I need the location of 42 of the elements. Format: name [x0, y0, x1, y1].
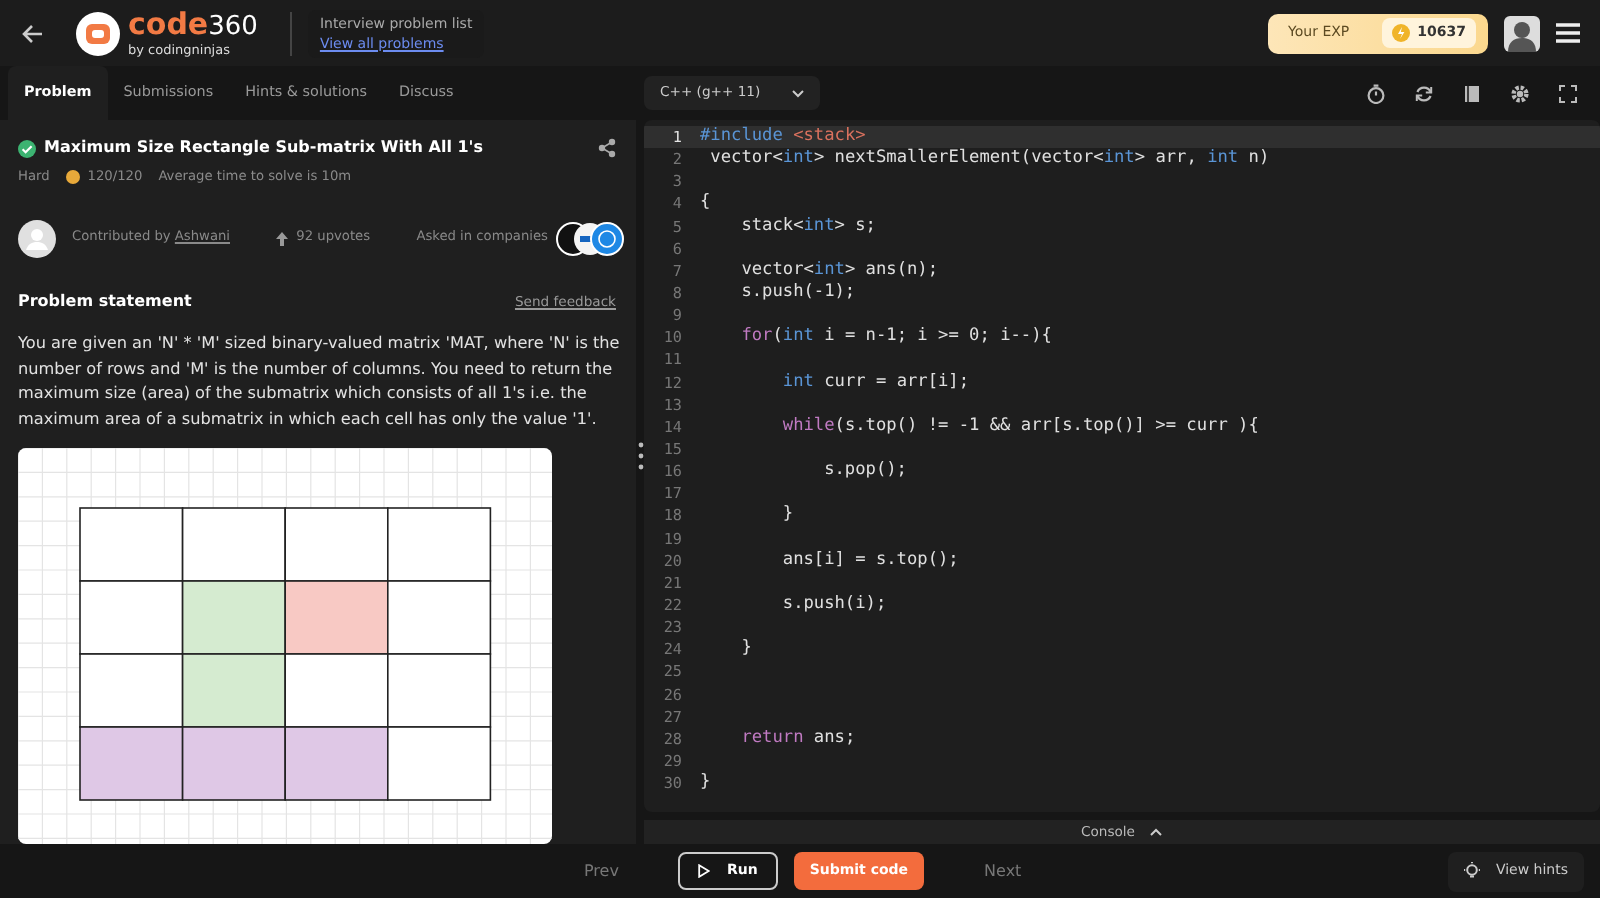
code-line: s.push(i);	[780, 593, 887, 617]
avatar-icon	[18, 219, 56, 258]
settings-button[interactable]	[1510, 83, 1530, 103]
prev-button[interactable]: Prev	[572, 857, 631, 885]
code-line: }	[739, 638, 752, 661]
code-line: s.push(-1);	[739, 281, 856, 305]
code-line: stack<int> s;	[739, 215, 876, 238]
code-line: {	[700, 192, 711, 216]
code-line: while(s.top() != -1 && arr[s.top()] >= curr ){	[780, 415, 1259, 438]
logo-text: code360	[128, 9, 258, 41]
logo-icon	[76, 11, 120, 55]
share-button[interactable]	[598, 138, 616, 158]
menu-button[interactable]	[1556, 22, 1580, 44]
code-line: ans[i] = s.top();	[780, 549, 959, 572]
bulb-icon	[1463, 862, 1480, 880]
code-line: }	[700, 772, 711, 795]
lightning-coin-icon	[1391, 24, 1410, 42]
code-line: for(int i = n-1; i >= 0; i--){	[739, 326, 1052, 349]
avatar-icon[interactable]	[1504, 15, 1540, 51]
code-line: vector<int> nextSmallerElement(vector<int> arr, int n)	[708, 148, 1270, 171]
statement-text: You are given an 'N' * 'M' sized binary-valued matrix 'MAT, where 'N' is the number of rows and 'M' is the number of columns. You need to return the maximum size (area) of the submatrix which consists of all 1's i.e. the maximum area of a submatrix in which each cell has only the value '1'.	[18, 329, 622, 433]
code-line: #include <stack>	[700, 126, 866, 148]
code-line: vector<int> ans(n);	[739, 259, 939, 282]
problem-title: Maximum Size Rectangle Sub-matrix With All 1's	[44, 136, 484, 160]
code-line: s.pop();	[822, 460, 907, 483]
company-logos-drawing	[555, 221, 624, 256]
play-icon	[698, 864, 711, 878]
notebook-button[interactable]	[1462, 83, 1482, 103]
timer-button[interactable]	[1366, 83, 1386, 103]
back-button[interactable]	[20, 23, 44, 43]
coin-icon	[65, 170, 80, 185]
caret-icon	[792, 89, 805, 97]
drag-handle-icon[interactable]	[637, 441, 643, 469]
refresh-button[interactable]	[1414, 83, 1434, 103]
caret-up-icon	[1150, 828, 1163, 836]
next-button[interactable]: Next	[972, 857, 1034, 885]
upvote-icon	[276, 231, 289, 246]
code-line: }	[780, 504, 794, 528]
section-heading: Problem statement	[18, 289, 192, 314]
code-line: int curr = arr[i];	[780, 371, 970, 394]
code-line: return ans;	[739, 727, 856, 750]
fullscreen-button[interactable]	[1558, 83, 1578, 103]
